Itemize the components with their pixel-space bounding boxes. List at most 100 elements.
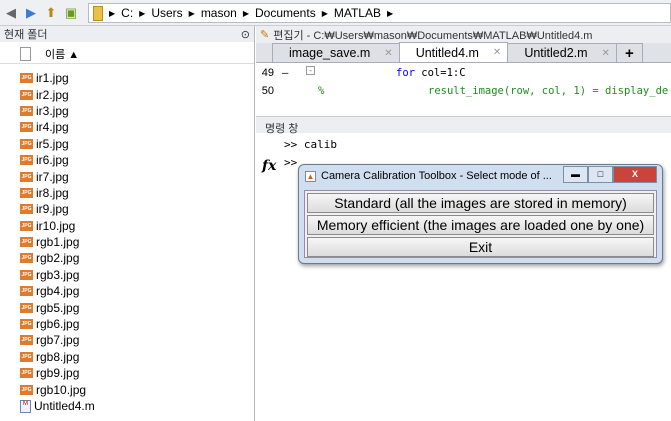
file-item[interactable]: JPG ir9.jpg (0, 201, 254, 217)
minimize-button[interactable]: ▬ (563, 166, 588, 183)
file-name: ir1.jpg (36, 71, 69, 86)
close-icon[interactable]: ✕ (602, 48, 610, 59)
document-icon (20, 46, 31, 61)
tab-untitled2[interactable]: Untitled2.m ✕ (507, 43, 617, 62)
standard-mode-button[interactable]: Standard (all the images are stored in m… (307, 193, 654, 213)
address-bar[interactable]: ▶ C: ▶ Users ▶ mason ▶ Documents ▶ MATLAB ▶ (88, 3, 671, 23)
file-name: rgb9.jpg (36, 366, 80, 381)
close-icon[interactable]: ✕ (384, 48, 392, 59)
code-editor[interactable]: 49 – - for col=1:C 50 % result_image(row… (256, 63, 671, 111)
code-text: col=1:C (414, 67, 466, 79)
code-comment: result_image(row, col, 1) = display_de (428, 85, 669, 97)
matlab-icon: ▲ (305, 170, 316, 182)
collapse-icon[interactable]: - (306, 66, 315, 75)
jpg-file-icon: JPG (20, 384, 33, 395)
file-item[interactable]: JPG ir2.jpg (0, 86, 254, 102)
close-button[interactable]: X (613, 166, 657, 183)
jpg-file-icon: JPG (20, 171, 33, 182)
file-item[interactable]: JPG rgb8.jpg (0, 349, 254, 365)
file-item[interactable]: JPG rgb6.jpg (0, 316, 254, 332)
file-name: rgb8.jpg (36, 349, 80, 364)
exit-button[interactable]: Exit (307, 237, 654, 257)
breakpoint-dash[interactable]: – (282, 67, 288, 79)
path-segment[interactable]: MATLAB (334, 6, 381, 20)
file-name: rgb2.jpg (36, 251, 80, 266)
file-item[interactable]: JPG rgb5.jpg (0, 299, 254, 315)
editor-title: 편집기 - C:₩Users₩mason₩Documents₩MATLAB₩Un… (273, 29, 593, 42)
memory-efficient-button[interactable]: Memory efficient (the images are loaded … (307, 215, 654, 235)
browse-folder-icon[interactable]: ▣ (63, 5, 79, 21)
file-item[interactable]: JPG rgb9.jpg (0, 365, 254, 381)
forward-icon[interactable]: ▶ (23, 5, 39, 21)
current-folder-panel: 현재 폴더 ⊙ 이름 ▲ JPG ir1.jpg JPG ir2.jpg JPG ir3.j… (0, 26, 255, 421)
comment-mark: % (318, 85, 325, 97)
file-name: ir4.jpg (36, 120, 69, 135)
path-segment[interactable]: C: (121, 6, 133, 20)
file-name: ir7.jpg (36, 169, 69, 184)
jpg-file-icon: JPG (20, 155, 33, 166)
chevron-right-icon: ▶ (139, 8, 146, 18)
jpg-file-icon: JPG (20, 105, 33, 116)
jpg-file-icon: JPG (20, 269, 33, 280)
jpg-file-icon: JPG (20, 138, 33, 149)
file-item[interactable]: JPG rgb3.jpg (0, 267, 254, 283)
jpg-file-icon: JPG (20, 237, 33, 248)
file-name: rgb1.jpg (36, 235, 80, 250)
panel-menu-icon[interactable]: ⊙ (241, 28, 250, 41)
tab-untitled4[interactable]: Untitled4.m ✕ (398, 42, 509, 62)
jpg-file-icon: JPG (20, 253, 33, 264)
tab-label: image_save.m (289, 46, 371, 60)
file-name: ir5.jpg (36, 136, 69, 151)
jpg-file-icon: JPG (20, 368, 33, 379)
name-column-header[interactable]: 이름 ▲ (0, 44, 254, 64)
jpg-file-icon: JPG (20, 89, 33, 100)
file-item[interactable]: JPG rgb2.jpg (0, 250, 254, 266)
file-name: ir10.jpg (36, 218, 76, 233)
file-item[interactable]: JPG ir5.jpg (0, 136, 254, 152)
file-item[interactable]: JPG ir3.jpg (0, 103, 254, 119)
line-number: 49 (261, 67, 274, 79)
calibration-mode-dialog: ▲ Camera Calibration Toolbox - Select mod… (298, 164, 663, 264)
command-window-header: 명령 창 (256, 116, 671, 135)
file-item[interactable]: JPG ir6.jpg (0, 152, 254, 168)
column-label: 이름 ▲ (45, 48, 80, 61)
jpg-file-icon: JPG (20, 335, 33, 346)
path-segment[interactable]: mason (201, 6, 237, 20)
file-item[interactable]: JPG rgb1.jpg (0, 234, 254, 250)
jpg-file-icon: JPG (20, 73, 33, 84)
file-item[interactable]: JPG ir10.jpg (0, 218, 254, 234)
file-item[interactable]: JPG rgb7.jpg (0, 332, 254, 348)
chevron-right-icon: ▶ (321, 8, 328, 18)
file-item[interactable]: JPG ir1.jpg (0, 70, 254, 86)
chevron-right-icon: ▶ (386, 8, 394, 18)
jpg-file-icon: JPG (20, 319, 33, 330)
file-name: rgb10.jpg (36, 382, 87, 397)
line-number: 50 (261, 85, 274, 97)
fx-icon[interactable]: fx (262, 158, 276, 174)
file-name: ir3.jpg (36, 103, 69, 118)
jpg-file-icon: JPG (20, 286, 33, 297)
file-name: rgb7.jpg (36, 333, 80, 348)
jpg-file-icon: JPG (20, 122, 33, 133)
up-folder-icon[interactable]: ⬆ (43, 5, 59, 21)
new-tab-button[interactable]: + (615, 43, 643, 62)
tab-image-save[interactable]: image_save.m ✕ (272, 43, 400, 62)
jpg-file-icon: JPG (20, 351, 33, 362)
file-name: rgb3.jpg (36, 267, 80, 282)
file-item[interactable]: JPG ir4.jpg (0, 119, 254, 135)
file-item[interactable]: JPG rgb4.jpg (0, 283, 254, 299)
close-icon[interactable]: ✕ (493, 47, 501, 58)
file-item[interactable]: M Untitled4.m (0, 398, 254, 414)
back-icon[interactable]: ◀ (3, 5, 19, 21)
maximize-button[interactable]: □ (588, 166, 613, 183)
file-item[interactable]: JPG rgb10.jpg (0, 381, 254, 397)
file-item[interactable]: JPG ir8.jpg (0, 185, 254, 201)
path-segment[interactable]: Users (151, 6, 182, 20)
dialog-title: Camera Calibration Toolbox - Select mode… (321, 170, 552, 182)
chevron-right-icon: ▶ (109, 8, 116, 18)
path-segment[interactable]: Documents (255, 6, 316, 20)
jpg-file-icon: JPG (20, 220, 33, 231)
chevron-right-icon: ▶ (188, 8, 195, 18)
file-item[interactable]: JPG ir7.jpg (0, 168, 254, 184)
command-prompt: >> (284, 156, 298, 169)
